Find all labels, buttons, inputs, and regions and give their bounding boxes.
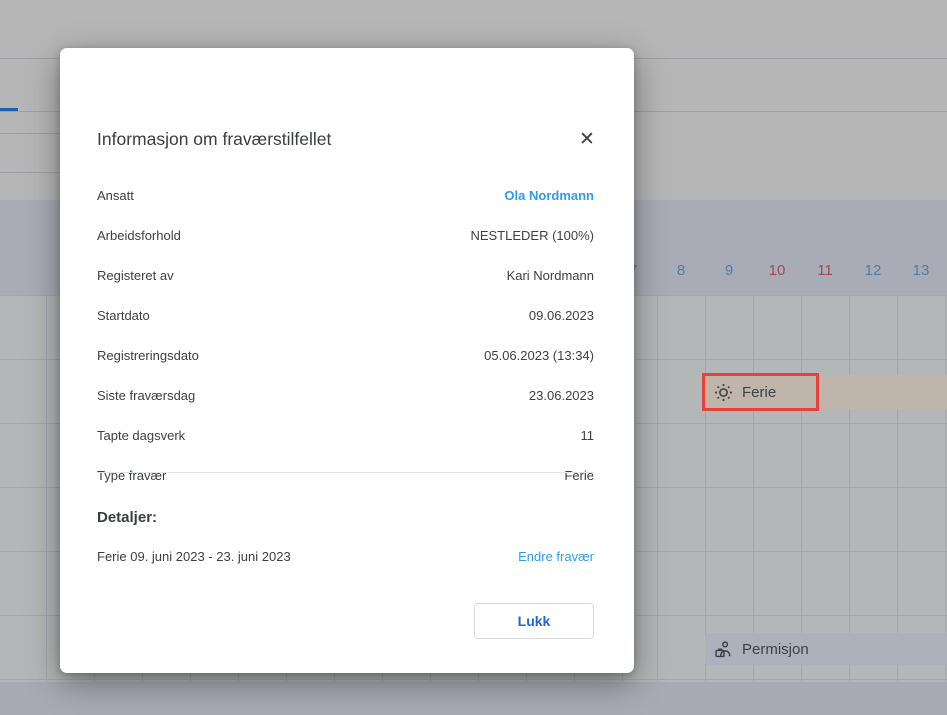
field-value: 09.06.2023	[529, 308, 594, 323]
field-row-tapte-dagsverk: Tapte dagsverk 11	[60, 415, 634, 455]
field-label: Siste fraværsdag	[97, 388, 195, 403]
dialog-title: Informasjon om fraværstilfellet	[97, 129, 331, 150]
field-value: 05.06.2023 (13:34)	[484, 348, 594, 363]
absence-info-dialog: Informasjon om fraværstilfellet ✕ Ansatt…	[60, 48, 634, 673]
employee-link[interactable]: Ola Nordmann	[504, 188, 594, 203]
field-value: Kari Nordmann	[507, 268, 594, 283]
field-row-registeret-av: Registeret av Kari Nordmann	[60, 255, 634, 295]
edit-absence-link[interactable]: Endre fravær	[518, 549, 594, 564]
field-label: Type fravær	[97, 468, 166, 483]
field-row-startdato: Startdato 09.06.2023	[60, 295, 634, 335]
absence-period-text: Ferie 09. juni 2023 - 23. juni 2023	[97, 549, 291, 564]
field-label: Startdato	[97, 308, 150, 323]
absence-bar-label: Permisjon	[742, 641, 809, 658]
section-divider	[97, 472, 594, 473]
field-row-arbeidsforhold: Arbeidsforhold NESTLEDER (100%)	[60, 215, 634, 255]
field-row-siste-fravaersdag: Siste fraværsdag 23.06.2023	[60, 375, 634, 415]
red-highlight-rectangle	[702, 373, 819, 411]
field-row-type-fravaer: Type fravær Ferie	[60, 455, 634, 495]
detail-row: Ferie 09. juni 2023 - 23. juni 2023 Endr…	[97, 544, 594, 568]
person-icon	[714, 640, 733, 659]
day-number: 8	[657, 262, 705, 279]
field-value: NESTLEDER (100%)	[470, 228, 594, 243]
absence-bar-permisjon[interactable]: Permisjon	[705, 633, 947, 665]
field-value: 11	[581, 428, 595, 443]
day-number: 13	[897, 262, 945, 279]
close-icon[interactable]: ✕	[575, 128, 599, 152]
day-number: 9	[705, 262, 753, 279]
field-value: Ferie	[564, 468, 594, 483]
field-label: Registreringsdato	[97, 348, 199, 363]
field-label: Tapte dagsverk	[97, 428, 185, 443]
details-heading: Detaljer:	[97, 509, 157, 526]
close-button[interactable]: Lukk	[474, 603, 594, 639]
field-label: Ansatt	[97, 188, 134, 203]
field-label: Registeret av	[97, 268, 174, 283]
day-number-weekend: 10	[753, 262, 801, 279]
day-number-weekend: 11	[801, 262, 849, 279]
calendar-footer-band	[0, 682, 947, 715]
field-row-registreringsdato: Registreringsdato 05.06.2023 (13:34)	[60, 335, 634, 375]
field-label: Arbeidsforhold	[97, 228, 181, 243]
divider	[0, 172, 62, 173]
field-value: 23.06.2023	[529, 388, 594, 403]
absence-field-list: Ansatt Ola Nordmann Arbeidsforhold NESTL…	[60, 175, 634, 495]
active-tab-indicator	[0, 108, 18, 111]
divider	[0, 133, 62, 134]
field-row-ansatt: Ansatt Ola Nordmann	[60, 175, 634, 215]
day-number: 12	[849, 262, 897, 279]
